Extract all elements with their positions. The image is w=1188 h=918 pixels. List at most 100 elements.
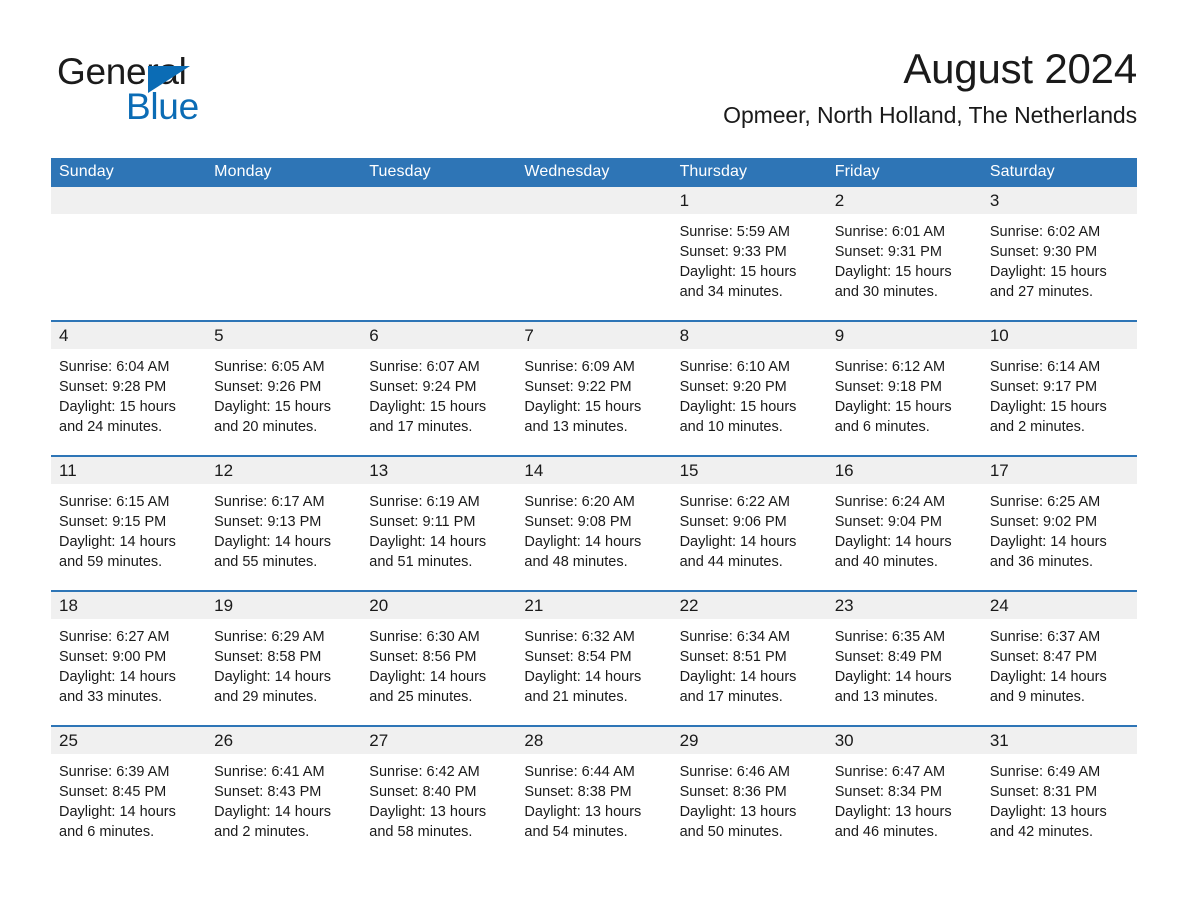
day-number: 3: [989, 190, 1000, 210]
daylight-duration-line1: Daylight: 14 hours: [214, 534, 332, 550]
day-number-band: 3: [981, 187, 1137, 214]
day-cell-inner: 24 Sunrise: 6:37 AM Sunset: 8:47 PM Dayligh…: [981, 592, 1137, 725]
calendar-day-cell[interactable]: 25 Sunrise: 6:39 AM Sunset: 8:45 PM Dayligh…: [51, 725, 207, 860]
day-cell-inner: 6 Sunrise: 6:07 AM Sunset: 9:24 PM Daylight…: [361, 322, 517, 455]
calendar-day-cell[interactable]: 13 Sunrise: 6:19 AM Sunset: 9:11 PM Dayligh…: [361, 455, 517, 591]
day-number: 27: [369, 730, 389, 750]
day-number: 7: [524, 325, 534, 345]
calendar-day-cell[interactable]: 23 Sunrise: 6:35 AM Sunset: 8:49 PM Dayligh…: [826, 590, 982, 726]
sunrise-time: Sunrise: 6:22 AM: [679, 494, 790, 510]
calendar-day-cell[interactable]: 22 Sunrise: 6:34 AM Sunset: 8:51 PM Dayligh…: [671, 590, 827, 726]
sunset-time: Sunset: 9:13 PM: [214, 514, 322, 530]
daylight-duration-line1: Daylight: 14 hours: [989, 534, 1107, 550]
calendar-day-cell[interactable]: 9 Sunrise: 6:12 AM Sunset: 9:18 PM Daylight…: [826, 320, 982, 456]
day-sun-info: Sunrise: 6:37 AM Sunset: 8:47 PM Daylight:…: [982, 619, 1137, 707]
day-number: 12: [214, 460, 234, 480]
title-block: August 2024 Opmeer, North Holland, The N…: [723, 44, 1137, 130]
daylight-duration-line1: Daylight: 13 hours: [679, 804, 797, 820]
calendar-day-cell[interactable]: 7 Sunrise: 6:09 AM Sunset: 9:22 PM Daylight…: [516, 320, 672, 456]
daylight-duration-line2: and 34 minutes.: [679, 284, 783, 300]
calendar-day-cell[interactable]: 31 Sunrise: 6:49 AM Sunset: 8:31 PM Dayligh…: [981, 725, 1137, 860]
sunset-time: Sunset: 8:58 PM: [214, 649, 322, 665]
calendar-day-cell[interactable]: 21 Sunrise: 6:32 AM Sunset: 8:54 PM Dayligh…: [516, 590, 672, 726]
daylight-duration-line2: and 2 minutes.: [214, 824, 310, 840]
day-number-band: 27: [361, 727, 517, 754]
calendar-day-cell[interactable]: 8 Sunrise: 6:10 AM Sunset: 9:20 PM Daylight…: [671, 320, 827, 456]
sunset-time: Sunset: 9:18 PM: [834, 379, 942, 395]
daylight-duration-line1: Daylight: 13 hours: [369, 804, 487, 820]
day-number-band: 7: [516, 322, 672, 349]
calendar-day-cell[interactable]: 26 Sunrise: 6:41 AM Sunset: 8:43 PM Dayligh…: [206, 725, 362, 860]
calendar-day-cell[interactable]: 1 Sunrise: 5:59 AM Sunset: 9:33 PM Daylight…: [671, 187, 827, 321]
day-sun-info: Sunrise: 6:30 AM Sunset: 8:56 PM Daylight:…: [361, 619, 516, 707]
daylight-duration-line1: Daylight: 15 hours: [524, 399, 642, 415]
day-sun-info: Sunrise: 6:17 AM Sunset: 9:13 PM Daylight:…: [206, 484, 361, 572]
calendar-day-cell[interactable]: 15 Sunrise: 6:22 AM Sunset: 9:06 PM Dayligh…: [671, 455, 827, 591]
day-sun-info: Sunrise: 6:46 AM Sunset: 8:36 PM Daylight:…: [672, 754, 827, 842]
calendar-day-cell[interactable]: 27 Sunrise: 6:42 AM Sunset: 8:40 PM Dayligh…: [361, 725, 517, 860]
day-number-band: 30: [826, 727, 982, 754]
day-number: 28: [524, 730, 544, 750]
calendar-day-cell[interactable]: 6 Sunrise: 6:07 AM Sunset: 9:24 PM Daylight…: [361, 320, 517, 456]
day-number-band: 20: [361, 592, 517, 619]
daylight-duration-line1: Daylight: 15 hours: [369, 399, 487, 415]
generalblue-logo[interactable]: General Blue: [51, 52, 351, 132]
daylight-duration-line1: Daylight: 15 hours: [989, 399, 1107, 415]
weekday-header-monday: Monday: [206, 158, 362, 187]
daylight-duration-line2: and 59 minutes.: [59, 554, 163, 570]
daylight-duration-line2: and 30 minutes.: [834, 284, 938, 300]
day-number: 21: [524, 595, 544, 615]
calendar-week-row: 11 Sunrise: 6:15 AM Sunset: 9:15 PM Dayligh…: [51, 455, 1137, 591]
sunset-time: Sunset: 9:15 PM: [59, 514, 167, 530]
day-cell-inner: [206, 187, 362, 320]
calendar-day-cell[interactable]: 11 Sunrise: 6:15 AM Sunset: 9:15 PM Dayligh…: [51, 455, 207, 591]
calendar-day-cell[interactable]: 24 Sunrise: 6:37 AM Sunset: 8:47 PM Dayligh…: [981, 590, 1137, 726]
day-sun-info: Sunrise: 6:02 AM Sunset: 9:30 PM Daylight:…: [982, 214, 1137, 302]
calendar-week-row: 4 Sunrise: 6:04 AM Sunset: 9:28 PM Daylight…: [51, 320, 1137, 456]
sunset-time: Sunset: 9:30 PM: [989, 244, 1098, 260]
sunrise-time: Sunrise: 6:49 AM: [989, 764, 1101, 780]
calendar-day-cell[interactable]: 10 Sunrise: 6:14 AM Sunset: 9:17 PM Dayligh…: [981, 320, 1137, 456]
daylight-duration-line1: Daylight: 15 hours: [679, 399, 797, 415]
sunset-time: Sunset: 9:33 PM: [679, 244, 787, 260]
calendar-day-cell[interactable]: 19 Sunrise: 6:29 AM Sunset: 8:58 PM Dayligh…: [206, 590, 362, 726]
sunrise-time: Sunrise: 6:39 AM: [59, 764, 170, 780]
sunset-time: Sunset: 8:54 PM: [524, 649, 632, 665]
day-cell-inner: 19 Sunrise: 6:29 AM Sunset: 8:58 PM Dayligh…: [206, 592, 362, 725]
daylight-duration-line2: and 6 minutes.: [834, 419, 930, 435]
sunrise-time: Sunrise: 5:59 AM: [679, 224, 790, 240]
sunset-time: Sunset: 8:45 PM: [59, 784, 167, 800]
day-sun-info: Sunrise: 6:47 AM Sunset: 8:34 PM Daylight:…: [827, 754, 982, 842]
calendar-day-cell[interactable]: 5 Sunrise: 6:05 AM Sunset: 9:26 PM Daylight…: [206, 320, 362, 456]
calendar-day-cell[interactable]: 29 Sunrise: 6:46 AM Sunset: 8:36 PM Dayligh…: [671, 725, 827, 860]
day-sun-info: Sunrise: 6:20 AM Sunset: 9:08 PM Daylight:…: [516, 484, 671, 572]
day-number-band: 11: [51, 457, 207, 484]
calendar-day-cell[interactable]: 3 Sunrise: 6:02 AM Sunset: 9:30 PM Daylight…: [981, 187, 1137, 321]
day-number: 22: [679, 595, 699, 615]
day-number-band: 9: [826, 322, 982, 349]
calendar-day-cell[interactable]: 18 Sunrise: 6:27 AM Sunset: 9:00 PM Dayligh…: [51, 590, 207, 726]
daylight-duration-line1: Daylight: 13 hours: [989, 804, 1107, 820]
calendar-day-cell[interactable]: 20 Sunrise: 6:30 AM Sunset: 8:56 PM Dayligh…: [361, 590, 517, 726]
day-number: 16: [834, 460, 854, 480]
calendar-day-cell[interactable]: 4 Sunrise: 6:04 AM Sunset: 9:28 PM Daylight…: [51, 320, 207, 456]
day-number: 19: [214, 595, 234, 615]
day-cell-inner: 8 Sunrise: 6:10 AM Sunset: 9:20 PM Daylight…: [671, 322, 827, 455]
calendar-day-cell[interactable]: 14 Sunrise: 6:20 AM Sunset: 9:08 PM Dayligh…: [516, 455, 672, 591]
calendar-day-cell[interactable]: 30 Sunrise: 6:47 AM Sunset: 8:34 PM Dayligh…: [826, 725, 982, 860]
daylight-duration-line2: and 55 minutes.: [214, 554, 318, 570]
calendar-day-cell[interactable]: 17 Sunrise: 6:25 AM Sunset: 9:02 PM Dayligh…: [981, 455, 1137, 591]
weekday-header-tuesday: Tuesday: [361, 158, 517, 187]
logo-text-blue: Blue: [126, 86, 199, 127]
day-cell-inner: 3 Sunrise: 6:02 AM Sunset: 9:30 PM Daylight…: [981, 187, 1137, 320]
sunset-time: Sunset: 9:11 PM: [369, 514, 476, 530]
daylight-duration-line2: and 25 minutes.: [369, 689, 473, 705]
calendar-day-cell[interactable]: 28 Sunrise: 6:44 AM Sunset: 8:38 PM Dayligh…: [516, 725, 672, 860]
calendar-day-cell[interactable]: 12 Sunrise: 6:17 AM Sunset: 9:13 PM Dayligh…: [206, 455, 362, 591]
day-number-band: 21: [516, 592, 672, 619]
day-sun-info: Sunrise: 6:09 AM Sunset: 9:22 PM Daylight:…: [516, 349, 671, 437]
day-number: 20: [369, 595, 389, 615]
daylight-duration-line2: and 24 minutes.: [59, 419, 163, 435]
calendar-day-cell[interactable]: 16 Sunrise: 6:24 AM Sunset: 9:04 PM Dayligh…: [826, 455, 982, 591]
calendar-day-cell[interactable]: 2 Sunrise: 6:01 AM Sunset: 9:31 PM Daylight…: [826, 187, 982, 321]
